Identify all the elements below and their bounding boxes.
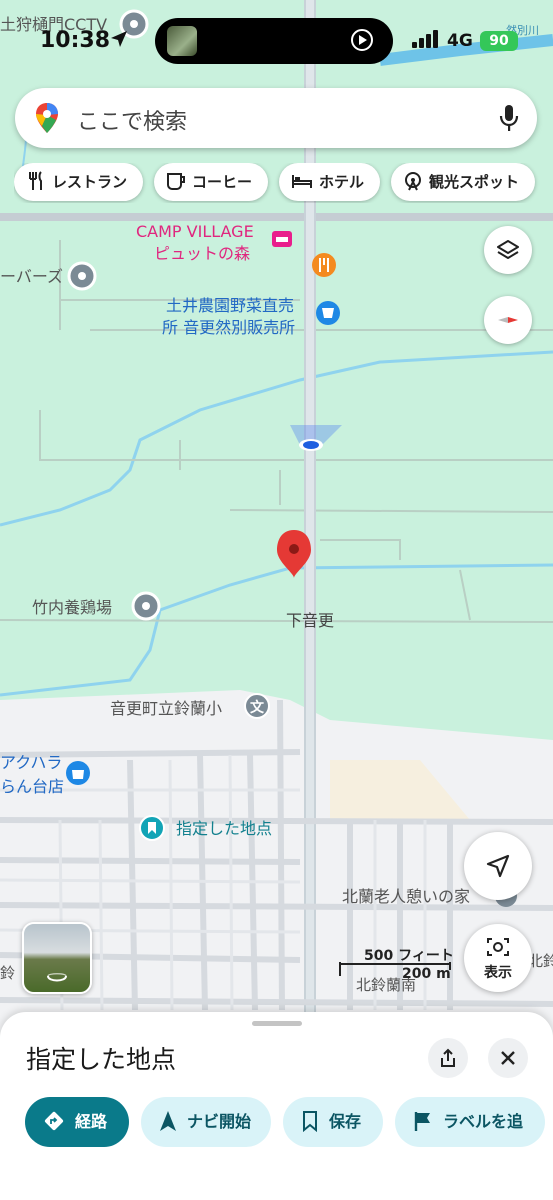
place-bottom-sheet[interactable]: 指定した地点 経路 ナビ開始 保存 ラベルを追 [0, 1012, 553, 1200]
show-lens-button[interactable]: 表示 [464, 924, 532, 992]
action-buttons: 経路 ナビ開始 保存 ラベルを追 [25, 1097, 553, 1149]
map-label-camp1: CAMP VILLAGE [136, 222, 254, 241]
school-poi-icon: 文 [244, 693, 270, 719]
compass-button[interactable] [484, 296, 532, 344]
poultry-poi-icon [131, 591, 161, 621]
navigation-arrow-icon [160, 1110, 177, 1131]
play-icon[interactable] [351, 29, 373, 51]
chip-sightseeing[interactable]: 観光スポット [391, 163, 536, 201]
layers-icon [497, 240, 519, 259]
dynamic-island[interactable] [155, 18, 393, 64]
map-label-farm1: 土井農園野菜直売 [166, 296, 294, 315]
map-scale: 500 フィート 200 m [338, 944, 458, 984]
start-navigation-button[interactable]: ナビ開始 [141, 1097, 272, 1147]
store-poi-icon [66, 761, 90, 785]
map-label-shop2: らん台店 [0, 777, 64, 796]
start-navigation-label: ナビ開始 [187, 1112, 252, 1131]
mic-icon[interactable] [499, 104, 519, 132]
maps-pin-logo-icon [36, 103, 58, 133]
chip-sightseeing-label: 観光スポット [429, 173, 520, 191]
navigation-arrow-icon [486, 854, 510, 878]
map-label-suzu: 鈴 [0, 964, 15, 982]
bookmark-icon [303, 1110, 318, 1132]
map-label-school: 音更町立鈴蘭小 [110, 699, 222, 718]
chip-hotel-label: ホテル [319, 173, 365, 191]
chip-restaurant[interactable]: レストラン [14, 163, 144, 201]
battery-icon: 90 [480, 31, 518, 51]
map-label-burgers: ーバーズ [0, 267, 63, 286]
media-thumbnail [167, 26, 197, 56]
save-button[interactable]: 保存 [283, 1097, 384, 1147]
share-icon [441, 1048, 455, 1067]
svg-text:文: 文 [250, 699, 265, 716]
map-label-poultry: 竹内養鶏場 [32, 598, 112, 617]
fork-knife-icon [29, 170, 42, 190]
map-label-pinned: 指定した地点 [176, 819, 272, 838]
chip-hotel[interactable]: ホテル [279, 163, 381, 201]
map-label-elderly: 北蘭老人憩いの家 [342, 887, 470, 906]
search-bar[interactable]: ここで検索 [15, 88, 537, 148]
battery-level: 90 [489, 33, 509, 49]
chip-restaurant-label: レストラン [52, 173, 128, 191]
flag-icon [414, 1111, 431, 1131]
compass-icon [498, 317, 518, 323]
ferris-wheel-icon [405, 171, 422, 190]
sheet-drag-handle[interactable] [252, 1021, 302, 1026]
category-chips: レストラン コーヒー ホテル 観光スポット [14, 163, 553, 203]
status-time: 10:38 [40, 28, 111, 53]
network-type: 4G [447, 31, 473, 51]
search-input[interactable]: ここで検索 [77, 104, 187, 136]
lens-camera-icon [487, 938, 509, 956]
signal-strength-icon [412, 30, 438, 48]
my-location-button[interactable] [464, 832, 532, 900]
map-label-district: 下音更 [286, 611, 334, 630]
directions-icon [44, 1111, 64, 1130]
bed-icon [292, 174, 313, 188]
chip-coffee-label: コーヒー [192, 173, 253, 191]
save-label: 保存 [329, 1112, 362, 1131]
location-arrow-icon [111, 31, 127, 47]
hotel-poi-icon [272, 231, 292, 247]
coffee-cup-icon [167, 172, 186, 190]
layers-button[interactable] [484, 226, 532, 274]
saved-place-poi-icon [139, 815, 165, 841]
scale-meters: 200 m [402, 966, 451, 982]
close-icon [501, 1051, 515, 1065]
map-label-camp2: ピュットの森 [154, 244, 250, 263]
burgers-poi-icon [67, 261, 97, 291]
add-label-button[interactable]: ラベルを追 [395, 1097, 546, 1147]
share-button[interactable] [428, 1038, 468, 1078]
directions-button[interactable]: 経路 [25, 1097, 130, 1147]
chip-coffee[interactable]: コーヒー [154, 163, 269, 201]
show-label: 表示 [484, 965, 512, 981]
directions-label: 経路 [75, 1112, 108, 1131]
restaurant-poi-icon [312, 253, 336, 277]
street-view-thumbnail[interactable] [22, 922, 92, 994]
rotate-360-icon [47, 973, 67, 982]
add-label-label: ラベルを追 [443, 1112, 524, 1131]
shop-poi-icon [316, 301, 340, 325]
map-label-farm2: 所 音更然別販売所 [162, 318, 295, 337]
place-title: 指定した地点 [26, 1045, 177, 1074]
close-button[interactable] [488, 1038, 528, 1078]
map-label-shop1: アクハラ [0, 753, 62, 772]
